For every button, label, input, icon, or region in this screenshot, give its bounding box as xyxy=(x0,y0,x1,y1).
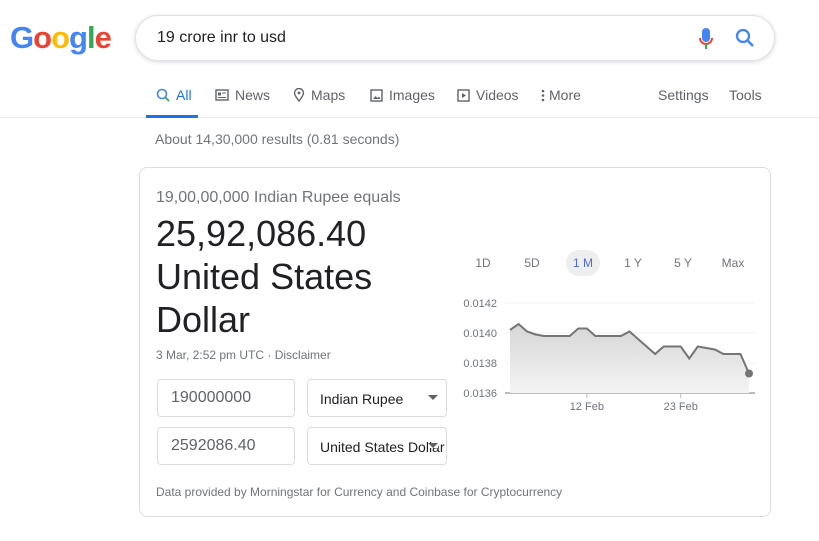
y-tick-label: 0.0142 xyxy=(463,298,497,310)
news-icon xyxy=(215,89,229,101)
image-icon xyxy=(370,88,383,102)
tools-link[interactable]: Tools xyxy=(729,86,762,104)
google-logo[interactable]: Google xyxy=(10,20,112,56)
more-vert-icon xyxy=(541,89,545,101)
y-tick-label: 0.0140 xyxy=(463,328,497,340)
conversion-result: 25,92,086.40 United States Dollar xyxy=(156,213,373,340)
currency-converter-card: 19,00,00,000 Indian Rupee equals 25,92,0… xyxy=(139,167,771,517)
mic-icon[interactable] xyxy=(699,27,713,51)
exchange-rate-chart: 0.0142 0.0140 0.0138 0.0136 12 Feb 23 Feb xyxy=(463,298,755,413)
dropdown-arrow-icon xyxy=(428,395,438,400)
search-input[interactable]: 19 crore inr to usd xyxy=(157,29,286,47)
search-tabs: All News Maps Images Videos More Setting… xyxy=(0,78,819,118)
dropdown-arrow-icon xyxy=(428,443,438,448)
range-1y[interactable]: 1 Y xyxy=(616,250,650,276)
range-max[interactable]: Max xyxy=(716,250,750,276)
y-tick-label: 0.0138 xyxy=(463,358,497,370)
data-source-note: Data provided by Morningstar for Currenc… xyxy=(156,485,563,499)
conversion-source-amount: 19,00,00,000 Indian Rupee equals xyxy=(156,189,401,206)
search-box[interactable]: 19 crore inr to usd xyxy=(135,15,775,61)
data-point xyxy=(745,369,753,378)
to-amount-input[interactable]: 2592086.40 xyxy=(157,427,295,465)
range-1d[interactable]: 1D xyxy=(466,250,500,276)
tab-videos[interactable]: Videos xyxy=(457,86,519,104)
tab-news[interactable]: News xyxy=(215,86,270,104)
tab-more[interactable]: More xyxy=(541,86,581,104)
timestamp-disclaimer[interactable]: 3 Mar, 2:52 pm UTC · Disclaimer xyxy=(156,348,331,362)
tab-maps[interactable]: Maps xyxy=(293,86,345,104)
range-1m[interactable]: 1 M xyxy=(566,250,600,276)
to-currency-select[interactable]: United States Dollar xyxy=(307,427,447,465)
chart-area xyxy=(510,324,749,393)
pin-icon xyxy=(293,88,305,102)
range-5d[interactable]: 5D xyxy=(515,250,549,276)
tab-images[interactable]: Images xyxy=(370,86,435,104)
play-icon xyxy=(457,88,470,102)
y-tick-label: 0.0136 xyxy=(463,388,497,400)
search-icon[interactable] xyxy=(734,27,756,49)
range-5y[interactable]: 5 Y xyxy=(666,250,700,276)
tab-all[interactable]: All xyxy=(146,86,198,118)
result-stats: About 14,30,000 results (0.81 seconds) xyxy=(155,131,400,147)
search-icon xyxy=(156,88,170,102)
x-tick-label: 23 Feb xyxy=(664,401,698,413)
from-currency-select[interactable]: Indian Rupee xyxy=(307,379,447,417)
settings-link[interactable]: Settings xyxy=(658,86,709,104)
x-tick-label: 12 Feb xyxy=(570,401,604,413)
from-amount-input[interactable]: 190000000 xyxy=(157,379,295,417)
